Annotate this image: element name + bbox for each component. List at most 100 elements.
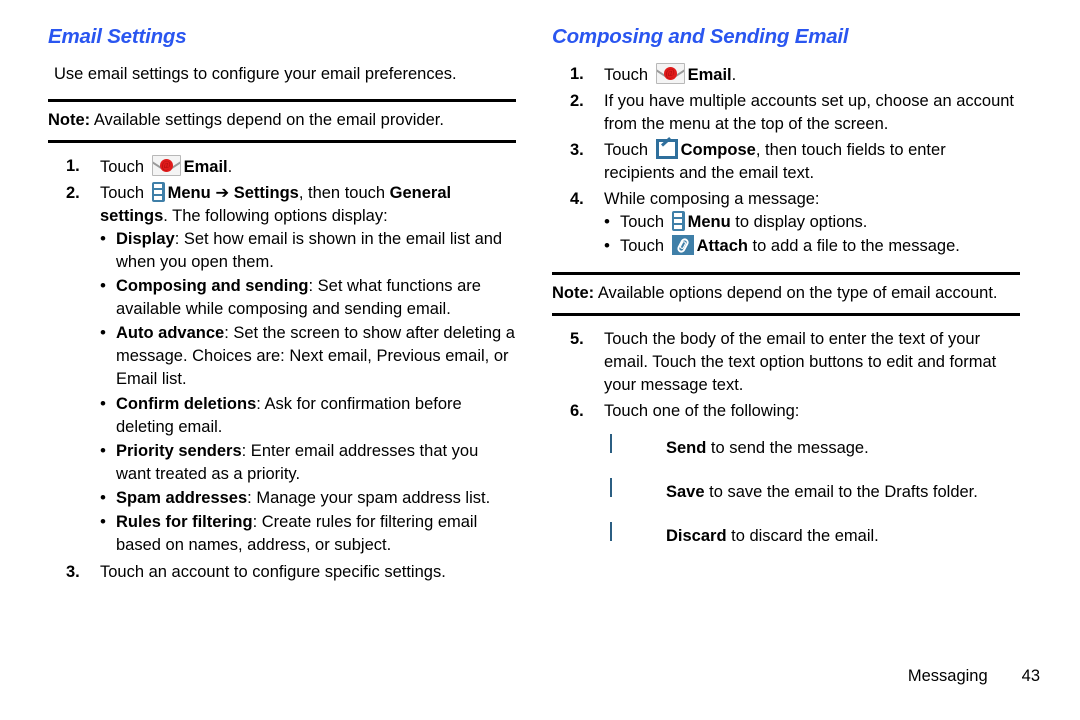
option-term: Auto advance bbox=[116, 324, 225, 343]
step-bold-email: Email bbox=[687, 65, 732, 84]
step-bold-settings: Settings bbox=[233, 183, 299, 202]
send-icon bbox=[600, 433, 640, 463]
step-text-mid: , then touch bbox=[298, 183, 390, 202]
step-text-pre: If you have multiple accounts set up, ch… bbox=[604, 91, 1015, 133]
step-6: 6. Touch one of the following: bbox=[552, 400, 1020, 423]
step-text-pre: While composing a message: bbox=[604, 190, 820, 209]
step-number: 2. bbox=[570, 91, 584, 110]
bullet-bold-menu: Menu bbox=[687, 213, 731, 232]
menu-icon bbox=[671, 211, 685, 232]
list-item-attach: Touch Attach to add a file to the messag… bbox=[604, 234, 1020, 258]
step-2: 2. If you have multiple accounts set up,… bbox=[552, 90, 1020, 136]
option-term: Spam addresses bbox=[116, 488, 248, 507]
right-column: Composing and Sending Email 1. Touch @ Em… bbox=[552, 25, 1020, 587]
step-text-pre: Touch bbox=[604, 140, 653, 159]
step-number: 3. bbox=[66, 563, 80, 582]
step-3: 3. Touch Compose, then touch fields to e… bbox=[552, 136, 1020, 185]
step-3: 3. Touch an account to configure specifi… bbox=[48, 561, 516, 584]
footer-section-name: Messaging bbox=[907, 667, 988, 685]
step-number: 2. bbox=[66, 183, 80, 202]
bullet-text-pre: Touch bbox=[620, 237, 669, 256]
step-text-pre: Touch bbox=[604, 65, 653, 84]
option-term: Rules for filtering bbox=[116, 512, 253, 531]
note-label: Note: bbox=[48, 111, 91, 130]
right-steps-list-top: 1. Touch @ Email. 2. If you have multiple… bbox=[552, 62, 1020, 259]
list-item-discard: Discard to discard the email. bbox=[552, 521, 1020, 551]
list-item-display: Display: Set how email is shown in the e… bbox=[100, 227, 516, 274]
option-bold-discard: Discard bbox=[666, 526, 727, 545]
step-4: 4. While composing a message: Touch Menu… bbox=[552, 188, 1020, 258]
list-item-composing-and-sending: Composing and sending: Set what function… bbox=[100, 274, 516, 321]
discard-option-text: Discard to discard the email. bbox=[666, 523, 879, 548]
step-2: 2. Touch Menu ➔ Settings, then touch Gen… bbox=[48, 181, 516, 558]
step-1: 1. Touch @ Email. bbox=[552, 62, 1020, 87]
left-steps-list: 1. Touch @ Email. 2. Touch Menu ➔ Setting… bbox=[48, 154, 516, 585]
option-desc: : Manage your spam address list. bbox=[247, 488, 491, 507]
note-box-email-provider: Note: Available settings depend on the e… bbox=[48, 99, 516, 143]
send-option-text: Send to send the message. bbox=[666, 435, 869, 460]
step-number: 3. bbox=[570, 140, 584, 159]
option-term: Display bbox=[116, 229, 175, 248]
option-term: Priority senders bbox=[116, 441, 242, 460]
page-title-email-settings: Email Settings bbox=[48, 25, 187, 48]
attach-icon bbox=[671, 235, 694, 256]
step-number: 6. bbox=[570, 401, 584, 420]
option-term: Composing and sending bbox=[116, 277, 309, 296]
list-item-confirm-deletions: Confirm deletions: Ask for confirmation … bbox=[100, 392, 516, 439]
option-bold-send: Send bbox=[666, 438, 707, 457]
note-text: Available options depend on the type of … bbox=[594, 284, 998, 303]
step-text-post: . bbox=[227, 157, 233, 176]
intro-paragraph: Use email settings to configure your ema… bbox=[54, 64, 457, 83]
discard-icon bbox=[610, 521, 640, 551]
arrow-icon: ➔ bbox=[215, 183, 230, 202]
step-text-post: . bbox=[731, 65, 737, 84]
note-text: Available settings depend on the email p… bbox=[90, 111, 444, 130]
note-label: Note: bbox=[552, 284, 595, 303]
bullet-bold-attach: Attach bbox=[696, 237, 748, 256]
list-item-rules-for-filtering: Rules for filtering: Create rules for fi… bbox=[100, 510, 516, 557]
bullet-text-post: to add a file to the message. bbox=[747, 237, 960, 256]
two-column-layout: Email Settings Use email settings to con… bbox=[0, 0, 1080, 587]
email-icon: @ bbox=[151, 154, 181, 176]
list-item-auto-advance: Auto advance: Set the screen to show aft… bbox=[100, 321, 516, 391]
option-term: Confirm deletions bbox=[116, 394, 257, 413]
email-icon: @ bbox=[655, 62, 685, 84]
option-desc: to send the message. bbox=[706, 438, 869, 457]
step-text-pre: Touch bbox=[100, 183, 149, 202]
step-text-pre: Touch an account to configure specific s… bbox=[100, 563, 446, 582]
list-item-save: Save to save the email to the Drafts fol… bbox=[552, 477, 1020, 507]
step-bold-email: Email bbox=[183, 157, 228, 176]
step-5: 5. Touch the body of the email to enter … bbox=[552, 328, 1020, 397]
manual-page: Email Settings Use email settings to con… bbox=[0, 0, 1080, 720]
step-number: 1. bbox=[570, 64, 584, 83]
right-steps-list-bottom: 5. Touch the body of the email to enter … bbox=[552, 328, 1020, 423]
step-bold-compose: Compose bbox=[680, 140, 756, 159]
list-item-spam-addresses: Spam addresses: Manage your spam address… bbox=[100, 486, 516, 510]
list-item-send: Send to send the message. bbox=[552, 433, 1020, 463]
list-item-priority-senders: Priority senders: Enter email addresses … bbox=[100, 439, 516, 486]
step-number: 4. bbox=[570, 190, 584, 209]
step-1: 1. Touch @ Email. bbox=[48, 154, 516, 179]
option-bold-save: Save bbox=[666, 482, 705, 501]
general-settings-options: Display: Set how email is shown in the e… bbox=[100, 227, 516, 557]
option-desc: to discard the email. bbox=[726, 526, 879, 545]
step-bold-menu: Menu bbox=[167, 183, 211, 202]
step-text-pre: Touch bbox=[100, 157, 149, 176]
step-text-pre: Touch one of the following: bbox=[604, 401, 800, 420]
menu-icon bbox=[151, 181, 165, 202]
step-text-post: . The following options display: bbox=[163, 206, 388, 225]
compose-icon bbox=[655, 136, 678, 159]
page-title-composing-and-sending-email: Composing and Sending Email bbox=[552, 25, 849, 48]
step-number: 5. bbox=[570, 329, 584, 348]
left-column: Email Settings Use email settings to con… bbox=[48, 25, 516, 587]
bullet-text-pre: Touch bbox=[620, 213, 669, 232]
footer-page-number: 43 bbox=[1021, 667, 1040, 685]
bullet-text-post: to display options. bbox=[730, 213, 868, 232]
note-box-email-account-type: Note: Available options depend on the ty… bbox=[552, 272, 1020, 316]
option-desc: to save the email to the Drafts folder. bbox=[704, 482, 978, 501]
save-icon bbox=[610, 477, 640, 507]
send-options-list: Send to send the message. Save to save t… bbox=[552, 433, 1020, 551]
save-option-text: Save to save the email to the Drafts fol… bbox=[666, 479, 978, 504]
step-text-pre: Touch the body of the email to enter the… bbox=[604, 329, 997, 394]
composing-options: Touch Menu to display options. Touch Att… bbox=[604, 210, 1020, 258]
